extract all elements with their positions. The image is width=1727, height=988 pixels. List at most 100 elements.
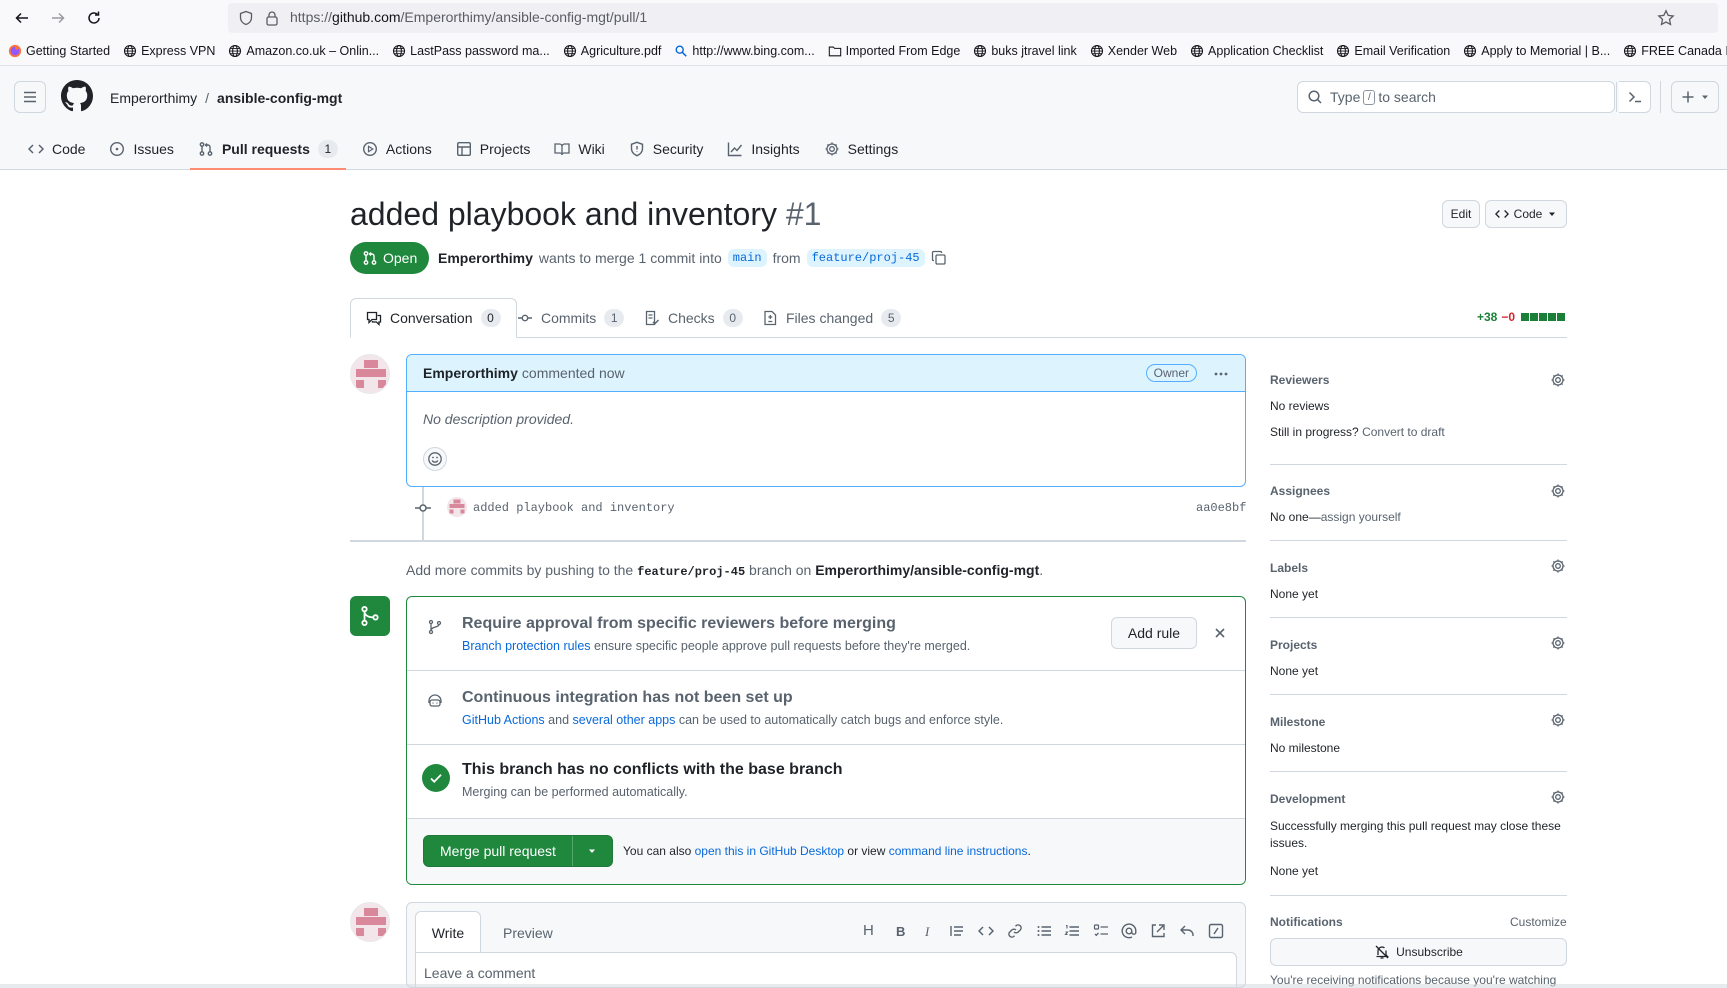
tab-security[interactable]: Security xyxy=(621,133,712,164)
tab-pull-requests[interactable]: Pull requests 1 xyxy=(189,133,346,170)
unordered-list-icon[interactable] xyxy=(1036,923,1052,939)
create-new-button[interactable] xyxy=(1671,81,1719,113)
bookmark-item[interactable]: buks jtravel link xyxy=(973,44,1077,58)
other-apps-link[interactable]: several other apps xyxy=(573,713,676,727)
unsubscribe-button[interactable]: Unsubscribe xyxy=(1270,938,1567,966)
heading-tool[interactable]: H xyxy=(863,922,874,939)
reload-button[interactable] xyxy=(82,6,106,30)
tab-actions[interactable]: Actions xyxy=(354,133,440,164)
merge-method-dropdown[interactable] xyxy=(573,836,612,866)
tab-conversation[interactable]: Conversation 0 xyxy=(350,298,517,338)
reviewers-heading[interactable]: Reviewers xyxy=(1270,373,1329,387)
url-bar[interactable]: https://github.com/Emperorthimy/ansible-… xyxy=(228,3,1718,33)
branch-protection-link[interactable]: Branch protection rules xyxy=(462,639,591,653)
repo-name-link[interactable]: ansible-config-mgt xyxy=(217,90,342,106)
shield-tracking-icon[interactable] xyxy=(238,10,254,26)
back-button[interactable] xyxy=(10,6,34,30)
menu-button[interactable] xyxy=(14,81,46,113)
repo-owner-link[interactable]: Emperorthimy xyxy=(110,90,197,106)
reply-icon[interactable] xyxy=(1179,923,1195,939)
labels-heading[interactable]: Labels xyxy=(1270,561,1308,575)
tab-code[interactable]: Code xyxy=(20,133,93,164)
tab-files-changed[interactable]: Files changed 5 xyxy=(747,298,916,338)
cross-reference-icon[interactable] xyxy=(1150,923,1166,939)
current-user-avatar[interactable] xyxy=(350,902,390,942)
bookmark-item[interactable]: Application Checklist xyxy=(1190,44,1323,58)
mention-icon[interactable] xyxy=(1121,923,1137,939)
head-branch[interactable]: feature/proj-45 xyxy=(806,249,925,267)
gear-icon[interactable] xyxy=(1550,372,1566,388)
tab-label: Projects xyxy=(479,140,531,157)
gear-icon[interactable] xyxy=(1550,483,1566,499)
bookmark-item[interactable]: http://www.bing.com... xyxy=(674,44,815,58)
bookmark-item[interactable]: Email Verification xyxy=(1336,44,1450,58)
tab-projects[interactable]: Projects xyxy=(448,133,539,164)
add-reaction-button[interactable] xyxy=(423,447,447,471)
base-branch[interactable]: main xyxy=(727,249,767,267)
quote-icon[interactable] xyxy=(949,923,965,939)
bookmark-item[interactable]: Imported From Edge xyxy=(828,44,960,58)
bookmark-item[interactable]: Apply to Memorial | B... xyxy=(1463,44,1610,58)
convert-to-draft-link[interactable]: Convert to draft xyxy=(1362,425,1445,439)
github-actions-link[interactable]: GitHub Actions xyxy=(462,713,545,727)
search-input[interactable]: Type / to search xyxy=(1297,81,1617,113)
gear-icon[interactable] xyxy=(1550,712,1566,728)
merge-pull-request-button[interactable]: Merge pull request xyxy=(424,836,573,866)
bold-icon[interactable]: B xyxy=(893,923,909,939)
avatar[interactable] xyxy=(350,354,390,394)
tab-preview[interactable]: Preview xyxy=(503,925,553,941)
italic-icon[interactable]: I xyxy=(921,923,937,939)
add-rule-button[interactable]: Add rule xyxy=(1111,617,1197,649)
url-text[interactable]: https://github.com/Emperorthimy/ansible-… xyxy=(290,9,647,25)
link-icon[interactable] xyxy=(1007,923,1023,939)
code-icon[interactable] xyxy=(978,923,994,939)
forward-button[interactable] xyxy=(46,6,70,30)
tab-issues[interactable]: Issues xyxy=(101,133,181,164)
bookmark-item[interactable]: Agriculture.pdf xyxy=(563,44,661,58)
tab-insights[interactable]: Insights xyxy=(719,133,807,164)
ordered-list-icon[interactable] xyxy=(1064,923,1080,939)
bookmark-item[interactable]: LastPass password ma... xyxy=(392,44,550,58)
commit-avatar[interactable] xyxy=(447,497,467,517)
customize-link[interactable]: Customize xyxy=(1510,915,1567,929)
gear-icon[interactable] xyxy=(1550,635,1566,651)
tab-wiki[interactable]: Wiki xyxy=(546,133,612,164)
bookmark-item[interactable]: Express VPN xyxy=(123,44,215,58)
github-logo-icon[interactable] xyxy=(61,80,93,112)
bookmark-item[interactable]: Getting Started xyxy=(8,44,110,58)
bookmark-item[interactable]: Amazon.co.uk – Onlin... xyxy=(228,44,379,58)
command-palette-button[interactable] xyxy=(1619,81,1651,113)
assign-yourself-link[interactable]: assign yourself xyxy=(1321,510,1401,524)
horizontal-scrollbar[interactable] xyxy=(0,984,1727,988)
kebab-horizontal-icon[interactable] xyxy=(1213,366,1229,382)
pr-author-link[interactable]: Emperorthimy xyxy=(438,250,533,266)
gear-icon[interactable] xyxy=(1550,558,1566,574)
gear-icon[interactable] xyxy=(1550,789,1566,805)
github-desktop-link[interactable]: open this in GitHub Desktop xyxy=(695,844,844,858)
comment-time[interactable]: commented now xyxy=(522,365,625,381)
copy-icon[interactable] xyxy=(931,250,947,266)
close-icon[interactable] xyxy=(1213,626,1227,640)
edit-title-button[interactable]: Edit xyxy=(1442,200,1480,228)
tab-write[interactable]: Write xyxy=(415,911,481,953)
push-hint-repo-link[interactable]: Emperorthimy/ansible-config-mgt xyxy=(815,562,1039,578)
lock-icon[interactable] xyxy=(265,10,279,26)
assignees-heading[interactable]: Assignees xyxy=(1270,484,1330,498)
projects-heading[interactable]: Projects xyxy=(1270,638,1317,652)
star-icon[interactable] xyxy=(1657,9,1675,27)
tab-commits[interactable]: Commits 1 xyxy=(502,298,639,338)
comment-textarea[interactable]: Leave a comment xyxy=(415,952,1237,987)
tasklist-icon[interactable] xyxy=(1093,923,1109,939)
milestone-heading[interactable]: Milestone xyxy=(1270,715,1325,729)
tab-checks[interactable]: Checks 0 xyxy=(629,298,758,338)
development-heading[interactable]: Development xyxy=(1270,792,1345,806)
code-dropdown-button[interactable]: Code xyxy=(1485,200,1567,228)
tab-settings[interactable]: Settings xyxy=(816,133,907,164)
markdown-slash-icon[interactable] xyxy=(1208,923,1224,939)
commit-sha-link[interactable]: aa0e8bf xyxy=(1196,501,1246,515)
bookmark-item[interactable]: Xender Web xyxy=(1090,44,1177,58)
bookmark-item[interactable]: FREE Canada Immigra... xyxy=(1623,44,1727,58)
command-line-link[interactable]: command line instructions xyxy=(889,844,1028,858)
commit-message-link[interactable]: added playbook and inventory xyxy=(473,501,675,515)
comment-author-link[interactable]: Emperorthimy xyxy=(423,365,518,381)
